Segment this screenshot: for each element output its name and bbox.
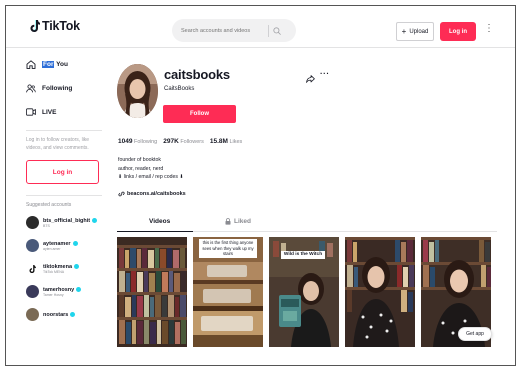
stat-likes: 15.8M Likes xyxy=(210,138,242,145)
account-subtitle: BTS xyxy=(43,223,50,228)
account-subtitle: TikTok MENA xyxy=(43,269,65,274)
verified-icon xyxy=(74,264,80,269)
sidebar-item-label: LIVE xyxy=(42,108,57,116)
following-label: Following xyxy=(134,139,158,145)
sidebar-item-for-you[interactable]: For You xyxy=(26,52,104,76)
tiktok-note-icon xyxy=(29,264,36,273)
top-header: TikTok + Upload Log in ⋮ xyxy=(6,6,515,48)
search-bar[interactable] xyxy=(172,19,296,42)
tab-liked[interactable]: Liked xyxy=(225,218,251,225)
home-icon xyxy=(26,59,36,69)
verified-icon xyxy=(72,241,78,246)
sidebar-item-live[interactable]: LIVE xyxy=(26,100,104,124)
verified-icon xyxy=(76,287,82,292)
suggested-account[interactable]: bts_official_bighit BTS xyxy=(26,211,104,234)
logo-text: TikTok xyxy=(42,19,80,33)
profile-tabs: Videos Liked xyxy=(117,214,497,232)
header-login-button[interactable]: Log in xyxy=(440,22,476,41)
profile-photo xyxy=(117,64,158,118)
profile-bio: founder of booktok author, reader, nerd … xyxy=(118,156,184,182)
account-name: noorstars xyxy=(43,311,69,318)
upload-label: Upload xyxy=(409,28,429,35)
sidebar-divider xyxy=(26,195,102,196)
sidebar-item-label: For You xyxy=(42,60,68,68)
followers-label: Followers xyxy=(180,139,204,145)
suggested-accounts-title: Suggested accounts xyxy=(26,202,72,208)
stat-following: 1049 Following xyxy=(118,138,157,145)
avatar xyxy=(26,285,39,298)
nav-for-highlight: For xyxy=(42,60,55,68)
followers-count: 297K xyxy=(163,138,179,145)
login-hint-text: Log in to follow creators, like videos, … xyxy=(26,137,90,151)
sidebar-item-following[interactable]: Following xyxy=(26,76,104,100)
video-thumbnail[interactable] xyxy=(117,237,187,347)
avatar xyxy=(26,216,39,229)
profile-username: caitsbooks xyxy=(164,67,230,82)
suggested-account[interactable]: tiktokmena TikTok MENA xyxy=(26,257,104,280)
bio-line: ⬇ links / email / rep codes ⬇ xyxy=(118,174,184,180)
bio-line: founder of booktok xyxy=(118,157,161,163)
tiktok-note-icon xyxy=(30,20,40,32)
live-icon xyxy=(26,108,36,116)
profile-stats: 1049 Following 297K Followers 15.8M Like… xyxy=(118,138,242,145)
account-name: aytenamer xyxy=(43,240,71,247)
account-name: tamerhosny xyxy=(43,286,75,293)
account-name-row: noorstars xyxy=(43,311,76,318)
avatar xyxy=(26,308,39,321)
suggested-account[interactable]: tamerhosny Tamer Hosny xyxy=(26,280,104,303)
likes-label: Likes xyxy=(229,139,243,145)
tab-videos[interactable]: Videos xyxy=(149,218,170,225)
stat-followers: 297K Followers xyxy=(163,138,204,145)
share-icon[interactable] xyxy=(306,70,315,88)
account-subtitle: ayten amer xyxy=(43,246,61,251)
browser-frame: TikTok + Upload Log in ⋮ For You xyxy=(5,5,516,366)
verified-icon xyxy=(92,218,98,223)
link-icon xyxy=(118,191,125,197)
profile-link-text: beacons.ai/caitsbooks xyxy=(127,191,186,197)
plus-icon: + xyxy=(401,26,407,36)
sidebar: For You Following LIVE Log in to follow … xyxy=(26,52,104,326)
suggested-account[interactable]: aytenamer ayten amer xyxy=(26,234,104,257)
suggested-account[interactable]: noorstars xyxy=(26,303,104,326)
video-caption: Wild is the Witch xyxy=(281,251,325,259)
search-input[interactable] xyxy=(172,27,268,34)
video-thumbnail[interactable] xyxy=(345,237,415,347)
verified-icon xyxy=(70,312,76,317)
more-vertical-icon[interactable]: ⋮ xyxy=(484,24,494,34)
likes-count: 15.8M xyxy=(209,138,228,145)
search-icon[interactable] xyxy=(269,26,285,35)
sidebar-item-label: Following xyxy=(42,84,73,92)
video-grid: this is the first thing anyone sees when… xyxy=(117,237,497,365)
video-4-image xyxy=(345,237,415,347)
video-thumbnail[interactable]: this is the first thing anyone sees when… xyxy=(193,237,263,347)
profile-display-name: CaitsBooks xyxy=(164,86,195,92)
profile-avatar xyxy=(117,64,158,118)
sidebar-divider xyxy=(26,130,102,131)
account-subtitle: Tamer Hosny xyxy=(43,292,64,297)
follow-button[interactable]: Follow xyxy=(163,105,236,123)
avatar xyxy=(26,262,39,275)
account-name: tiktokmena xyxy=(43,263,73,270)
profile-link[interactable]: beacons.ai/caitsbooks xyxy=(118,191,186,197)
video-1-image xyxy=(117,237,187,347)
sidebar-login-button[interactable]: Log in xyxy=(26,160,99,184)
video-caption: this is the first thing anyone sees when… xyxy=(199,239,257,258)
nav-for-rest: You xyxy=(54,60,68,68)
get-app-button[interactable]: Get app xyxy=(458,327,492,341)
following-count: 1049 xyxy=(118,138,133,145)
following-icon xyxy=(26,83,36,93)
tiktok-logo[interactable]: TikTok xyxy=(30,19,80,33)
suggested-accounts-list: bts_official_bighit BTS aytenamer ayten … xyxy=(26,211,104,326)
account-name: bts_official_bighit xyxy=(43,217,91,224)
active-tab-indicator xyxy=(117,230,193,232)
tab-liked-label: Liked xyxy=(234,218,251,225)
more-options-icon[interactable]: ··· xyxy=(320,69,330,78)
avatar xyxy=(26,239,39,252)
account-name-row: bts_official_bighit xyxy=(43,217,98,224)
video-thumbnail[interactable]: Wild is the Witch xyxy=(269,237,339,347)
upload-button[interactable]: + Upload xyxy=(396,22,434,41)
lock-icon xyxy=(225,218,231,225)
bio-line: author, reader, nerd xyxy=(118,165,164,172)
